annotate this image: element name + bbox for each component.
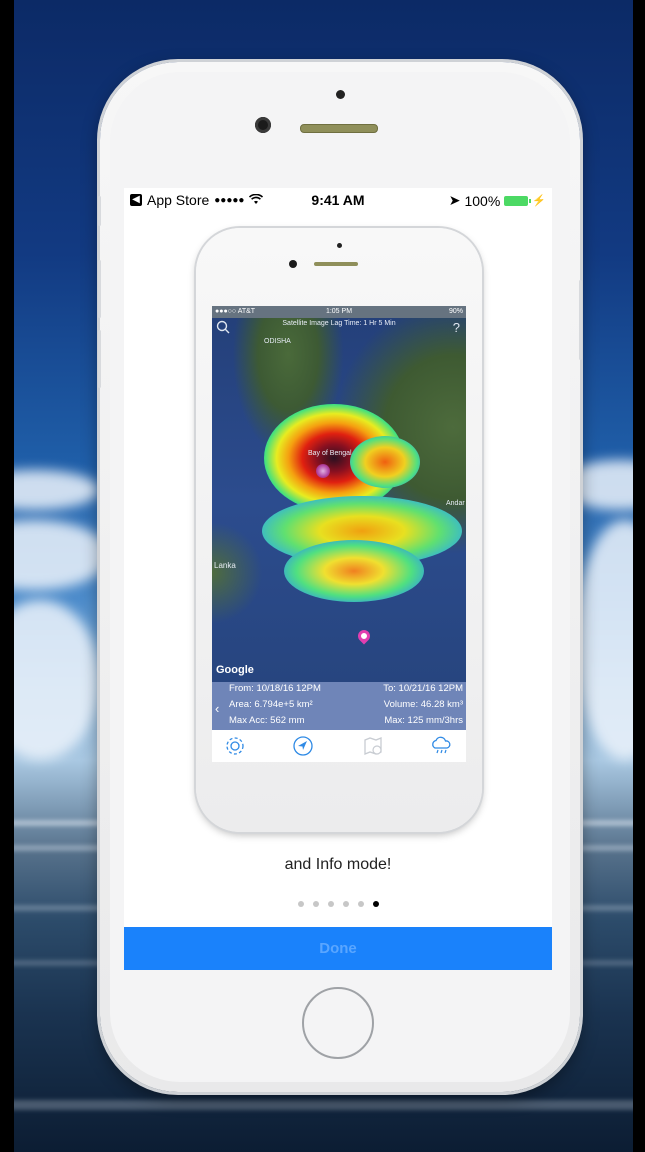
label-andaman: Andar — [446, 500, 465, 507]
earpiece-speaker — [300, 124, 378, 133]
label-lanka: Lanka — [214, 561, 236, 570]
mute-switch — [98, 196, 101, 226]
inner-earpiece-speaker — [314, 262, 358, 266]
radar-map: Satellite Image Lag Time: 1 Hr 5 Min ? O… — [212, 318, 466, 682]
location-icon: ➤ — [448, 192, 461, 208]
page-dot[interactable] — [297, 901, 304, 907]
info-panel: ‹ From: 10/18/16 12PM To: 10/21/16 12PM … — [212, 682, 466, 730]
info-max-acc: Max Acc: 562 mm — [229, 715, 305, 726]
inner-time: 1:05 PM — [325, 308, 353, 315]
volume-up-button — [98, 260, 101, 318]
battery-percent: 100% — [464, 192, 501, 209]
info-area: Area: 6.794e+5 km² — [229, 699, 313, 710]
left-border — [0, 0, 14, 1152]
gear-icon — [226, 737, 244, 755]
help-icon: ? — [452, 320, 460, 335]
map-pin-icon — [355, 627, 373, 645]
status-bar: ◀ App Store ●●●●● 9:41 AM ➤ 100% ⚡ — [124, 188, 552, 212]
lag-time-label: Satellite Image Lag Time: 1 Hr 5 Min — [282, 320, 396, 327]
page-dot-current[interactable] — [372, 901, 379, 907]
inner-battery: 90% — [448, 308, 463, 315]
page-dot[interactable] — [342, 901, 349, 907]
outer-screen: ◀ App Store ●●●●● 9:41 AM ➤ 100% ⚡ ●●●○○… — [124, 188, 552, 970]
search-icon — [216, 320, 230, 334]
volume-down-button — [98, 330, 101, 388]
battery-icon — [504, 195, 532, 206]
power-button — [579, 280, 582, 360]
rain-cloud-icon — [432, 736, 451, 754]
label-odisha: ODISHA — [264, 338, 291, 345]
info-volume: Volume: 46.28 km³ — [383, 699, 463, 710]
done-button[interactable]: Done — [124, 927, 552, 970]
inner-screenshot: ●●●○○ AT&T 1:05 PM 90% Satellite Image L… — [212, 306, 466, 762]
page-indicator[interactable] — [124, 901, 552, 907]
inner-proximity-sensor — [337, 243, 342, 248]
label-bay: Bay of Bengal — [308, 450, 352, 457]
proximity-sensor — [336, 90, 345, 99]
page-dot[interactable] — [357, 901, 364, 907]
inner-front-camera — [289, 260, 297, 268]
page-dot[interactable] — [327, 901, 334, 907]
info-to: To: 10/21/16 12PM — [383, 683, 463, 694]
inner-tab-bar — [212, 730, 466, 762]
info-from: From: 10/18/16 12PM — [229, 683, 321, 694]
page-dot[interactable] — [312, 901, 319, 907]
right-border — [633, 0, 645, 1152]
home-button[interactable] — [302, 987, 374, 1059]
map-icon — [364, 737, 382, 755]
front-camera — [255, 117, 271, 133]
location-arrow-icon — [293, 736, 313, 756]
info-max-rate: Max: 125 mm/3hrs — [384, 715, 463, 726]
google-attribution: Google — [216, 664, 254, 676]
inner-status-bar: ●●●○○ AT&T 1:05 PM 90% — [212, 306, 466, 318]
page-caption: and Info mode! — [284, 856, 392, 873]
charging-icon: ⚡ — [532, 195, 546, 207]
